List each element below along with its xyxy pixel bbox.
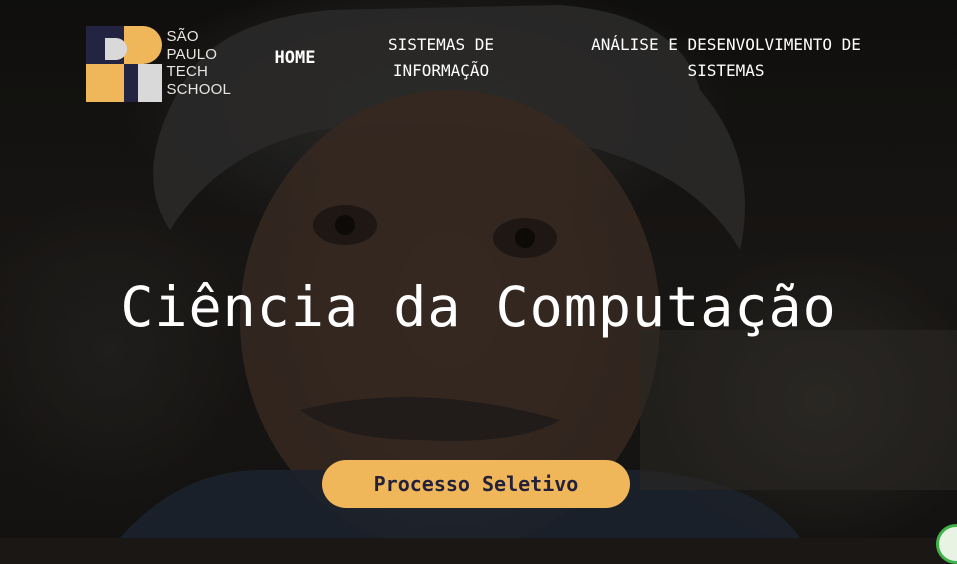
logo-text: SÃO PAULO TECH SCHOOL — [166, 28, 231, 104]
logo-line: PAULO — [166, 45, 218, 63]
hero-title: Ciência da Computação — [120, 275, 837, 339]
logo-line: SÃO — [166, 28, 199, 45]
logo-line: SCHOOL — [166, 80, 231, 98]
logo-line: TECH — [166, 63, 209, 80]
nav-home-link[interactable]: HOME — [272, 45, 318, 71]
school-logo[interactable]: SÃO PAULO TECH SCHOOL — [86, 26, 231, 104]
nav-sistemas-informacao-link[interactable]: SISTEMAS DE INFORMAÇÃO — [372, 32, 510, 84]
processo-seletivo-button[interactable]: Processo Seletivo — [322, 460, 630, 508]
nav-ads-link[interactable]: ANÁLISE E DESENVOLVIMENTO DE SISTEMAS — [568, 32, 884, 84]
logo-mark-icon — [86, 26, 162, 103]
